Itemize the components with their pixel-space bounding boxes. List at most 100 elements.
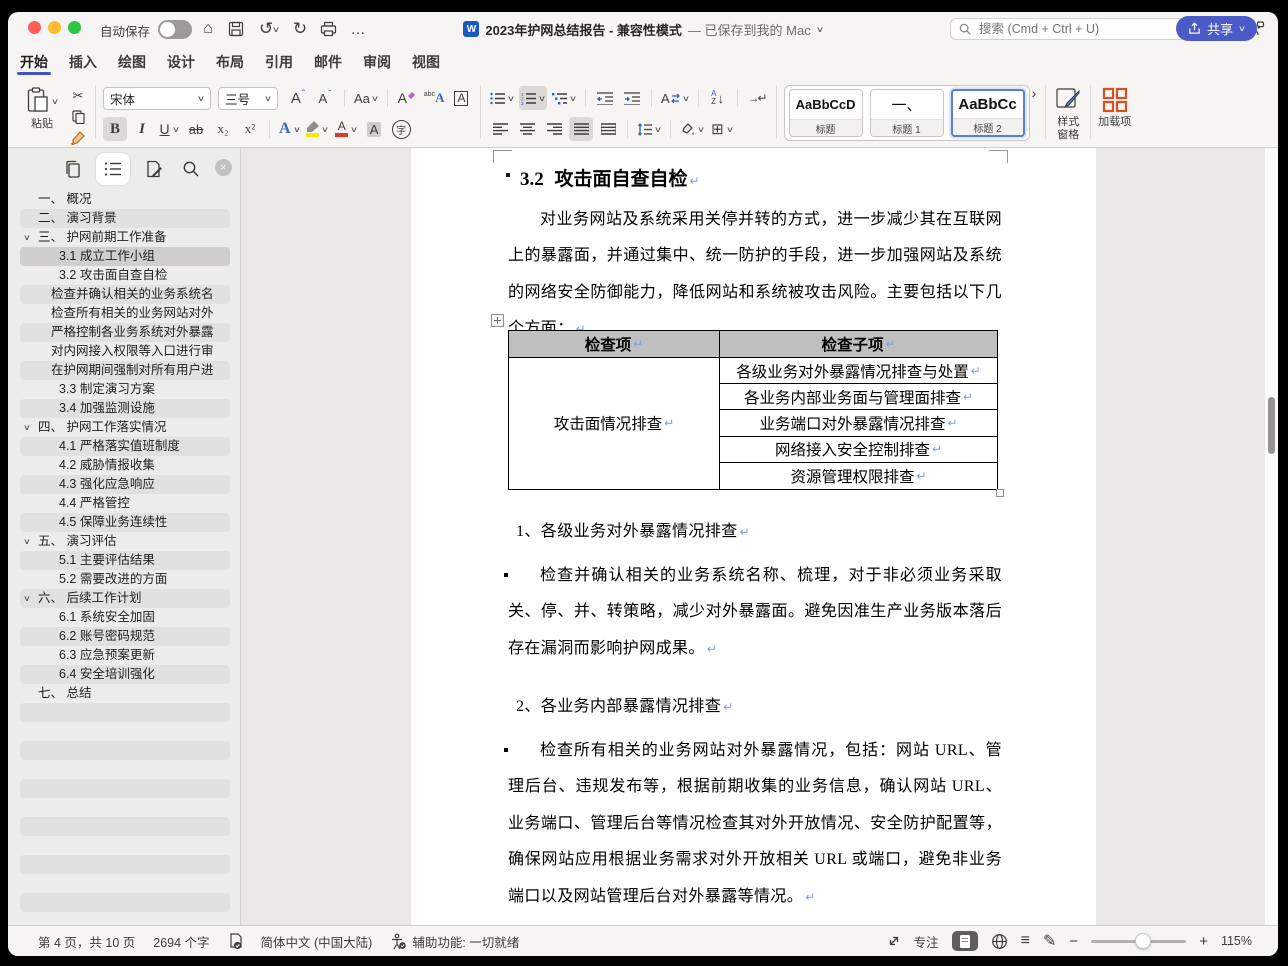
paste-button[interactable]: ∨ 粘贴	[20, 85, 64, 147]
character-shading-button[interactable]: A	[362, 117, 386, 141]
zoom-slider[interactable]	[1091, 940, 1186, 943]
style-card-title[interactable]: AaBbCcD 标题	[789, 89, 863, 137]
outline-item[interactable]: ∨	[20, 722, 230, 741]
doc-saved-status[interactable]: — 已保存到我的 Mac	[688, 20, 811, 39]
character-border-button[interactable]: A	[449, 86, 473, 110]
outline-item[interactable]: ∨	[20, 798, 230, 817]
list-item-title[interactable]: 2、各业务内部暴露情况排查↵	[508, 689, 1002, 725]
cut-icon[interactable]: ✂	[68, 87, 88, 105]
zoom-level[interactable]: 115%	[1221, 934, 1252, 948]
strikethrough-button[interactable]: ab	[184, 117, 208, 141]
change-case-button[interactable]: Aa∨	[352, 86, 380, 110]
outline-item[interactable]: ∨ 4.1 严格落实值班制度	[20, 437, 230, 456]
focus-mode-label[interactable]: 专注	[914, 932, 939, 951]
annotations-tab[interactable]	[136, 153, 170, 185]
outline-item[interactable]: ∨ 5.1 主要评估结果	[20, 551, 230, 570]
phonetic-guide-button[interactable]: abcA	[422, 86, 447, 110]
styles-pane-button[interactable]: 样式窗格	[1053, 85, 1083, 141]
copy-icon[interactable]	[68, 108, 88, 126]
outline-item[interactable]: ∨ 3.3 制定演习方案	[20, 380, 230, 399]
focus-expand-icon[interactable]	[887, 934, 901, 948]
enclose-characters-button[interactable]: 字	[389, 117, 413, 141]
outline-item[interactable]: ∨ 六、 后续工作计划	[20, 589, 230, 608]
distribute-text-button[interactable]	[596, 117, 620, 141]
collapse-chevron-icon[interactable]: ∨	[23, 532, 31, 551]
ribbon-tab[interactable]: 设计	[167, 46, 195, 78]
word-count[interactable]: 2694 个字	[153, 932, 209, 951]
outline-item[interactable]: ∨ 6.3 应急预案更新	[20, 646, 230, 665]
outline-item[interactable]: ∨ 四、 护网工作落实情况	[20, 418, 230, 437]
shrink-font-button[interactable]: Aˇ	[313, 86, 337, 110]
style-card-heading2[interactable]: AaBbCc 标题 2	[951, 89, 1025, 137]
line-spacing-button[interactable]: ∨	[635, 117, 663, 141]
sort-button[interactable]: AZ ↓	[706, 86, 730, 110]
styles-gallery-expand-icon[interactable]: ›	[1032, 85, 1037, 101]
vertical-scrollbar-track[interactable]	[1265, 148, 1278, 926]
text-effects-button[interactable]: A∨	[277, 117, 301, 141]
highlight-button[interactable]: ∨	[304, 117, 330, 141]
show-formatting-marks-button[interactable]: →↵	[745, 86, 769, 110]
ribbon-tab[interactable]: 绘图	[118, 46, 146, 78]
superscript-button[interactable]: x²	[238, 117, 262, 141]
body-paragraph[interactable]: 检查所有相关的业务网站对外暴露情况，包括：网站 URL、管理后台、违规发布等，根…	[508, 733, 1002, 915]
outline-item[interactable]: ∨ 3.2 攻击面自查自检	[20, 266, 230, 285]
outline-item[interactable]: ∨ 5.2 需要改进的方面	[20, 570, 230, 589]
outline-item[interactable]: ∨	[20, 741, 230, 760]
ink-button[interactable]: ✎	[1043, 931, 1056, 951]
outline-item[interactable]: ∨ 严格控制各业务系统对外暴露	[20, 323, 230, 342]
collapse-chevron-icon[interactable]: ∨	[23, 228, 31, 247]
thumbnails-tab[interactable]	[56, 153, 90, 185]
style-card-heading1[interactable]: 一、 标题 1	[870, 89, 944, 137]
outline-item[interactable]: ∨ 6.4 安全培训强化	[20, 665, 230, 684]
addins-button[interactable]: 加载项	[1098, 85, 1131, 129]
format-painter-icon[interactable]	[68, 129, 88, 147]
font-color-button[interactable]: A ∨	[333, 117, 359, 141]
draft-view-button[interactable]: ≡	[1021, 932, 1030, 950]
list-item-title[interactable]: 1、各级业务对外暴露情况排查↵	[508, 514, 1002, 550]
underline-button[interactable]: U∨	[157, 117, 181, 141]
section-heading[interactable]: 3.2 攻击面自查自检↵	[520, 164, 700, 191]
bold-button[interactable]: B	[103, 117, 127, 141]
outline-item[interactable]: ∨ 七、 总结	[20, 684, 230, 703]
ribbon-tab[interactable]: 插入	[69, 46, 97, 78]
collapse-chevron-icon[interactable]: ∨	[23, 589, 31, 608]
ribbon-tab[interactable]: 邮件	[314, 46, 342, 78]
align-right-button[interactable]	[542, 117, 566, 141]
outline-item[interactable]: ∨ 一、 概况	[20, 190, 230, 209]
accessibility-icon[interactable]	[390, 933, 406, 950]
outline-item[interactable]: ∨	[20, 703, 230, 722]
outline-item[interactable]: ∨	[20, 779, 230, 798]
zoom-slider-thumb[interactable]	[1135, 933, 1151, 949]
table-move-handle[interactable]	[491, 314, 504, 327]
font-name-select[interactable]: 宋体∨	[103, 87, 211, 110]
outline-item[interactable]: ∨	[20, 836, 230, 855]
intro-paragraph[interactable]: 对业务网站及系统采用关停并转的方式，进一步减少其在互联网上的暴露面，并通过集中、…	[508, 202, 1002, 348]
outline-tab[interactable]	[96, 153, 130, 185]
language-indicator[interactable]: 简体中文 (中国大陆)	[261, 932, 373, 951]
asian-layout-button[interactable]: A ∨	[659, 86, 691, 110]
font-size-select[interactable]: 三号∨	[218, 87, 278, 110]
body-paragraph[interactable]: 检查并确认相关的业务系统名称、梳理，对于非必须业务采取关、停、并、转策略，减少对…	[508, 558, 1002, 667]
outline-item[interactable]: ∨ 在护网期间强制对所有用户进	[20, 361, 230, 380]
align-left-button[interactable]	[488, 117, 512, 141]
ribbon-tab[interactable]: 审阅	[363, 46, 391, 78]
print-layout-view-button[interactable]	[952, 931, 978, 951]
ribbon-tab[interactable]: 布局	[216, 46, 244, 78]
outline-item[interactable]: ∨ 3.4 加强监测设施	[20, 399, 230, 418]
numbering-button[interactable]: 123 ∨	[519, 86, 547, 110]
increase-indent-button[interactable]	[620, 86, 644, 110]
outline-item[interactable]: ∨ 6.1 系统安全加固	[20, 608, 230, 627]
multilevel-list-button[interactable]: ∨	[550, 86, 578, 110]
ribbon-tab[interactable]: 引用	[265, 46, 293, 78]
outline-item[interactable]: ∨ 4.2 威胁情报收集	[20, 456, 230, 475]
page-indicator[interactable]: 第 4 页，共 10 页	[38, 932, 135, 951]
align-center-button[interactable]	[515, 117, 539, 141]
outline-item[interactable]: ∨ 4.3 强化应急响应	[20, 475, 230, 494]
bullets-button[interactable]: ∨	[488, 86, 516, 110]
proofing-status-icon[interactable]	[228, 933, 243, 950]
check-items-table[interactable]: 检查项↵ 检查子项↵ 攻击面情况排查↵ 各级业务对外暴露情况排查与处置↵ 各业务…	[508, 330, 998, 490]
outline-item[interactable]: ∨ 3.1 成立工作小组	[20, 247, 230, 266]
shading-bucket-button[interactable]: ∨	[678, 117, 706, 141]
outline-item[interactable]: ∨	[20, 893, 230, 912]
outline-item[interactable]: ∨ 对内网接入权限等入口进行审	[20, 342, 230, 361]
